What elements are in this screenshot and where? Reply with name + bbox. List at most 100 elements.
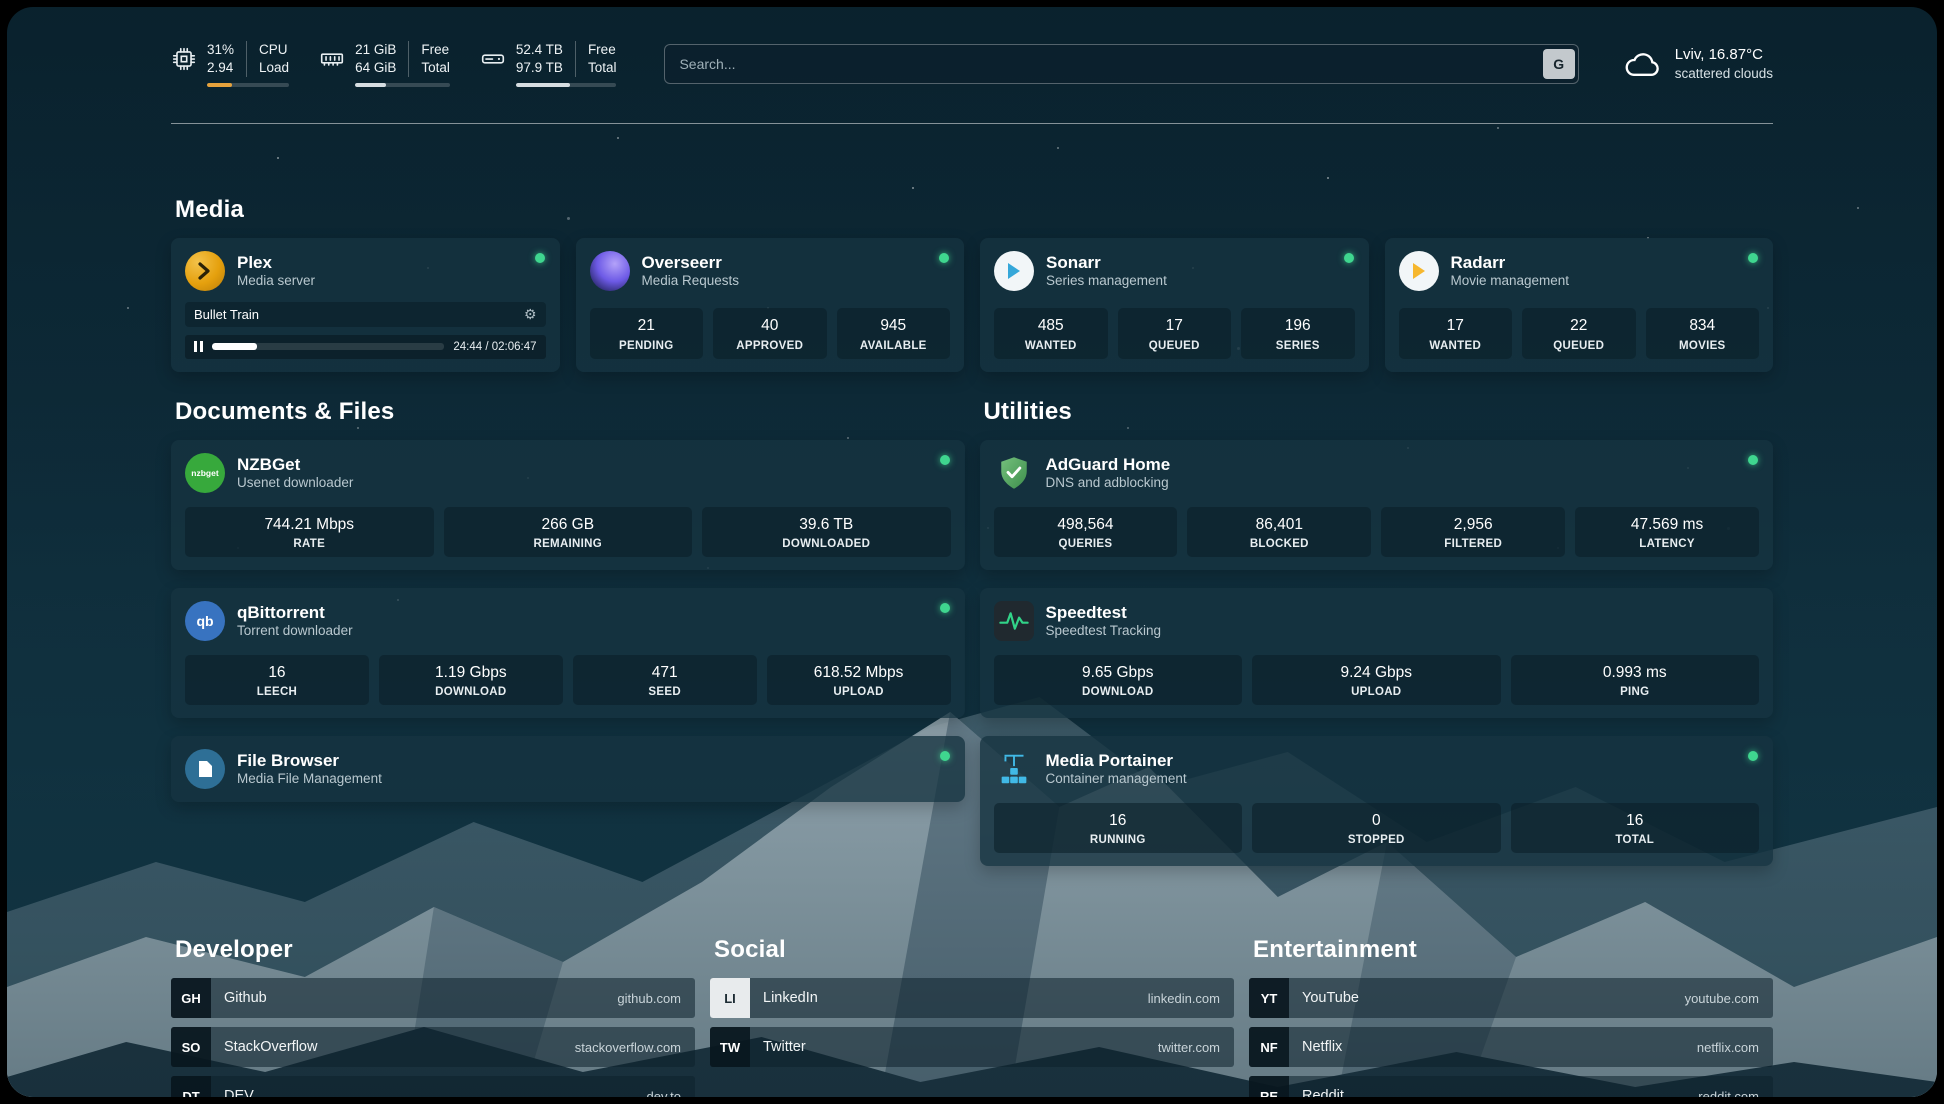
bookmark-twitter[interactable]: TW Twitter twitter.com xyxy=(710,1027,1234,1067)
pause-icon[interactable] xyxy=(194,341,203,352)
shield-icon xyxy=(996,454,1032,492)
stat-box: 618.52 Mbps UPLOAD xyxy=(767,655,951,705)
memory-free: 21 GiB xyxy=(355,41,396,59)
stat-value: 21 xyxy=(594,316,700,336)
stat-label: QUERIES xyxy=(998,538,1174,550)
stat-label: SEED xyxy=(577,686,753,698)
section-title-documents: Documents & Files xyxy=(175,398,965,426)
stat-box: 485 WANTED xyxy=(994,308,1108,358)
app-card-nzbget[interactable]: nzbget NZBGet Usenet downloader 744.21 M… xyxy=(171,440,965,570)
app-subtitle: Container management xyxy=(1046,771,1187,788)
adguard-icon xyxy=(994,453,1034,493)
stat-box: 266 GB REMAINING xyxy=(444,507,693,557)
bookmark-github[interactable]: GH Github github.com xyxy=(171,978,695,1018)
plex-chevron-icon xyxy=(197,262,213,280)
search-engine-button[interactable]: G xyxy=(1543,49,1575,79)
stat-box: 16 RUNNING xyxy=(994,803,1243,853)
stat-value: 40 xyxy=(717,316,823,336)
app-card-filebrowser[interactable]: File Browser Media File Management xyxy=(171,736,965,802)
app-card-overseerr[interactable]: Overseerr Media Requests 21 PENDING 40 A… xyxy=(576,238,965,372)
bookmark-netflix[interactable]: NF Netflix netflix.com xyxy=(1249,1027,1773,1067)
memory-widget: 21 GiB 64 GiB Free Total xyxy=(319,41,450,87)
stat-label: QUEUED xyxy=(1526,340,1632,352)
app-card-radarr[interactable]: Radarr Movie management 17 WANTED 22 QUE… xyxy=(1385,238,1774,372)
stat-box: 39.6 TB DOWNLOADED xyxy=(702,507,951,557)
playback-bar: 24:44 / 02:06:47 xyxy=(185,335,546,359)
radarr-icon xyxy=(1399,251,1439,291)
stat-label: WANTED xyxy=(1403,340,1509,352)
bookmark-stackoverflow[interactable]: SO StackOverflow stackoverflow.com xyxy=(171,1027,695,1067)
section-title-media: Media xyxy=(175,196,1773,224)
app-subtitle: DNS and adblocking xyxy=(1046,475,1171,492)
search-bar[interactable]: G xyxy=(664,44,1578,84)
stat-value: 498,564 xyxy=(998,515,1174,535)
bookmark-name: LinkedIn xyxy=(763,990,818,1006)
section-title-entertainment: Entertainment xyxy=(1253,936,1773,964)
status-dot xyxy=(940,751,950,761)
header-divider xyxy=(171,123,1773,124)
stat-value: 196 xyxy=(1245,316,1351,336)
search-input[interactable] xyxy=(677,55,1542,73)
app-card-speedtest[interactable]: Speedtest Speedtest Tracking 9.65 Gbps D… xyxy=(980,588,1774,718)
section-title-social: Social xyxy=(714,936,1234,964)
bookmark-youtube[interactable]: YT YouTube youtube.com xyxy=(1249,978,1773,1018)
section-title-developer: Developer xyxy=(175,936,695,964)
play-arrow-icon xyxy=(1006,262,1022,280)
memory-icon xyxy=(319,46,345,72)
app-card-plex[interactable]: Plex Media server Bullet Train ⚙ 24:44 /… xyxy=(171,238,560,372)
bookmark-url: github.com xyxy=(617,991,681,1006)
stat-label: SERIES xyxy=(1245,340,1351,352)
stat-label: STOPPED xyxy=(1256,834,1497,846)
app-card-qbittorrent[interactable]: qb qBittorrent Torrent downloader 16 LEE… xyxy=(171,588,965,718)
stat-box: 16 TOTAL xyxy=(1511,803,1760,853)
bookmarks-entertainment: Entertainment YT YouTube youtube.com NF … xyxy=(1249,936,1773,1097)
document-icon xyxy=(198,760,213,778)
bookmarks-social: Social LI LinkedIn linkedin.com TW Twitt… xyxy=(710,936,1234,1097)
stat-value: 47.569 ms xyxy=(1579,515,1755,535)
qbittorrent-icon: qb xyxy=(185,601,225,641)
stat-value: 1.19 Gbps xyxy=(383,663,559,683)
section-title-utilities: Utilities xyxy=(984,398,1774,426)
bookmark-reddit[interactable]: RE Reddit reddit.com xyxy=(1249,1076,1773,1097)
linkedin-icon: LI xyxy=(710,978,750,1018)
bookmark-name: YouTube xyxy=(1302,990,1359,1006)
bookmark-url: linkedin.com xyxy=(1148,991,1220,1006)
stat-value: 0.993 ms xyxy=(1515,663,1756,683)
app-subtitle: Movie management xyxy=(1451,273,1570,290)
bookmark-linkedin[interactable]: LI LinkedIn linkedin.com xyxy=(710,978,1234,1018)
memory-usage-bar xyxy=(355,83,450,87)
app-card-adguard[interactable]: AdGuard Home DNS and adblocking 498,564 … xyxy=(980,440,1774,570)
bookmark-url: twitter.com xyxy=(1158,1040,1220,1055)
overseerr-icon xyxy=(590,251,630,291)
disk-usage-fill xyxy=(516,83,570,87)
twitter-icon: TW xyxy=(710,1027,750,1067)
cloud-icon xyxy=(1623,48,1663,80)
memory-usage-fill xyxy=(355,83,386,87)
divider xyxy=(408,41,409,77)
app-card-portainer[interactable]: Media Portainer Container management 16 … xyxy=(980,736,1774,866)
app-subtitle: Media File Management xyxy=(237,771,382,788)
stat-value: 2,956 xyxy=(1385,515,1561,535)
stat-box: 0.993 ms PING xyxy=(1511,655,1760,705)
reddit-icon: RE xyxy=(1249,1076,1289,1097)
stat-label: MOVIES xyxy=(1650,340,1756,352)
status-dot xyxy=(939,253,949,263)
playback-progress-track xyxy=(212,343,444,350)
settings-icon[interactable]: ⚙ xyxy=(524,307,537,321)
status-dot xyxy=(940,455,950,465)
app-card-sonarr[interactable]: Sonarr Series management 485 WANTED 17 Q… xyxy=(980,238,1369,372)
stat-label: RUNNING xyxy=(998,834,1239,846)
stat-value: 485 xyxy=(998,316,1104,336)
stat-box: 471 SEED xyxy=(573,655,757,705)
portainer-icon xyxy=(994,749,1034,789)
bookmark-dev[interactable]: DT DEV dev.to xyxy=(171,1076,695,1097)
app-name: qBittorrent xyxy=(237,602,353,623)
stat-label: DOWNLOAD xyxy=(383,686,559,698)
divider xyxy=(575,41,576,77)
now-playing-title: Bullet Train xyxy=(194,307,259,322)
stat-value: 744.21 Mbps xyxy=(189,515,430,535)
app-name: Overseerr xyxy=(642,252,740,273)
stat-value: 22 xyxy=(1526,316,1632,336)
stat-label: FILTERED xyxy=(1385,538,1561,550)
memory-total-label: Total xyxy=(421,59,450,77)
